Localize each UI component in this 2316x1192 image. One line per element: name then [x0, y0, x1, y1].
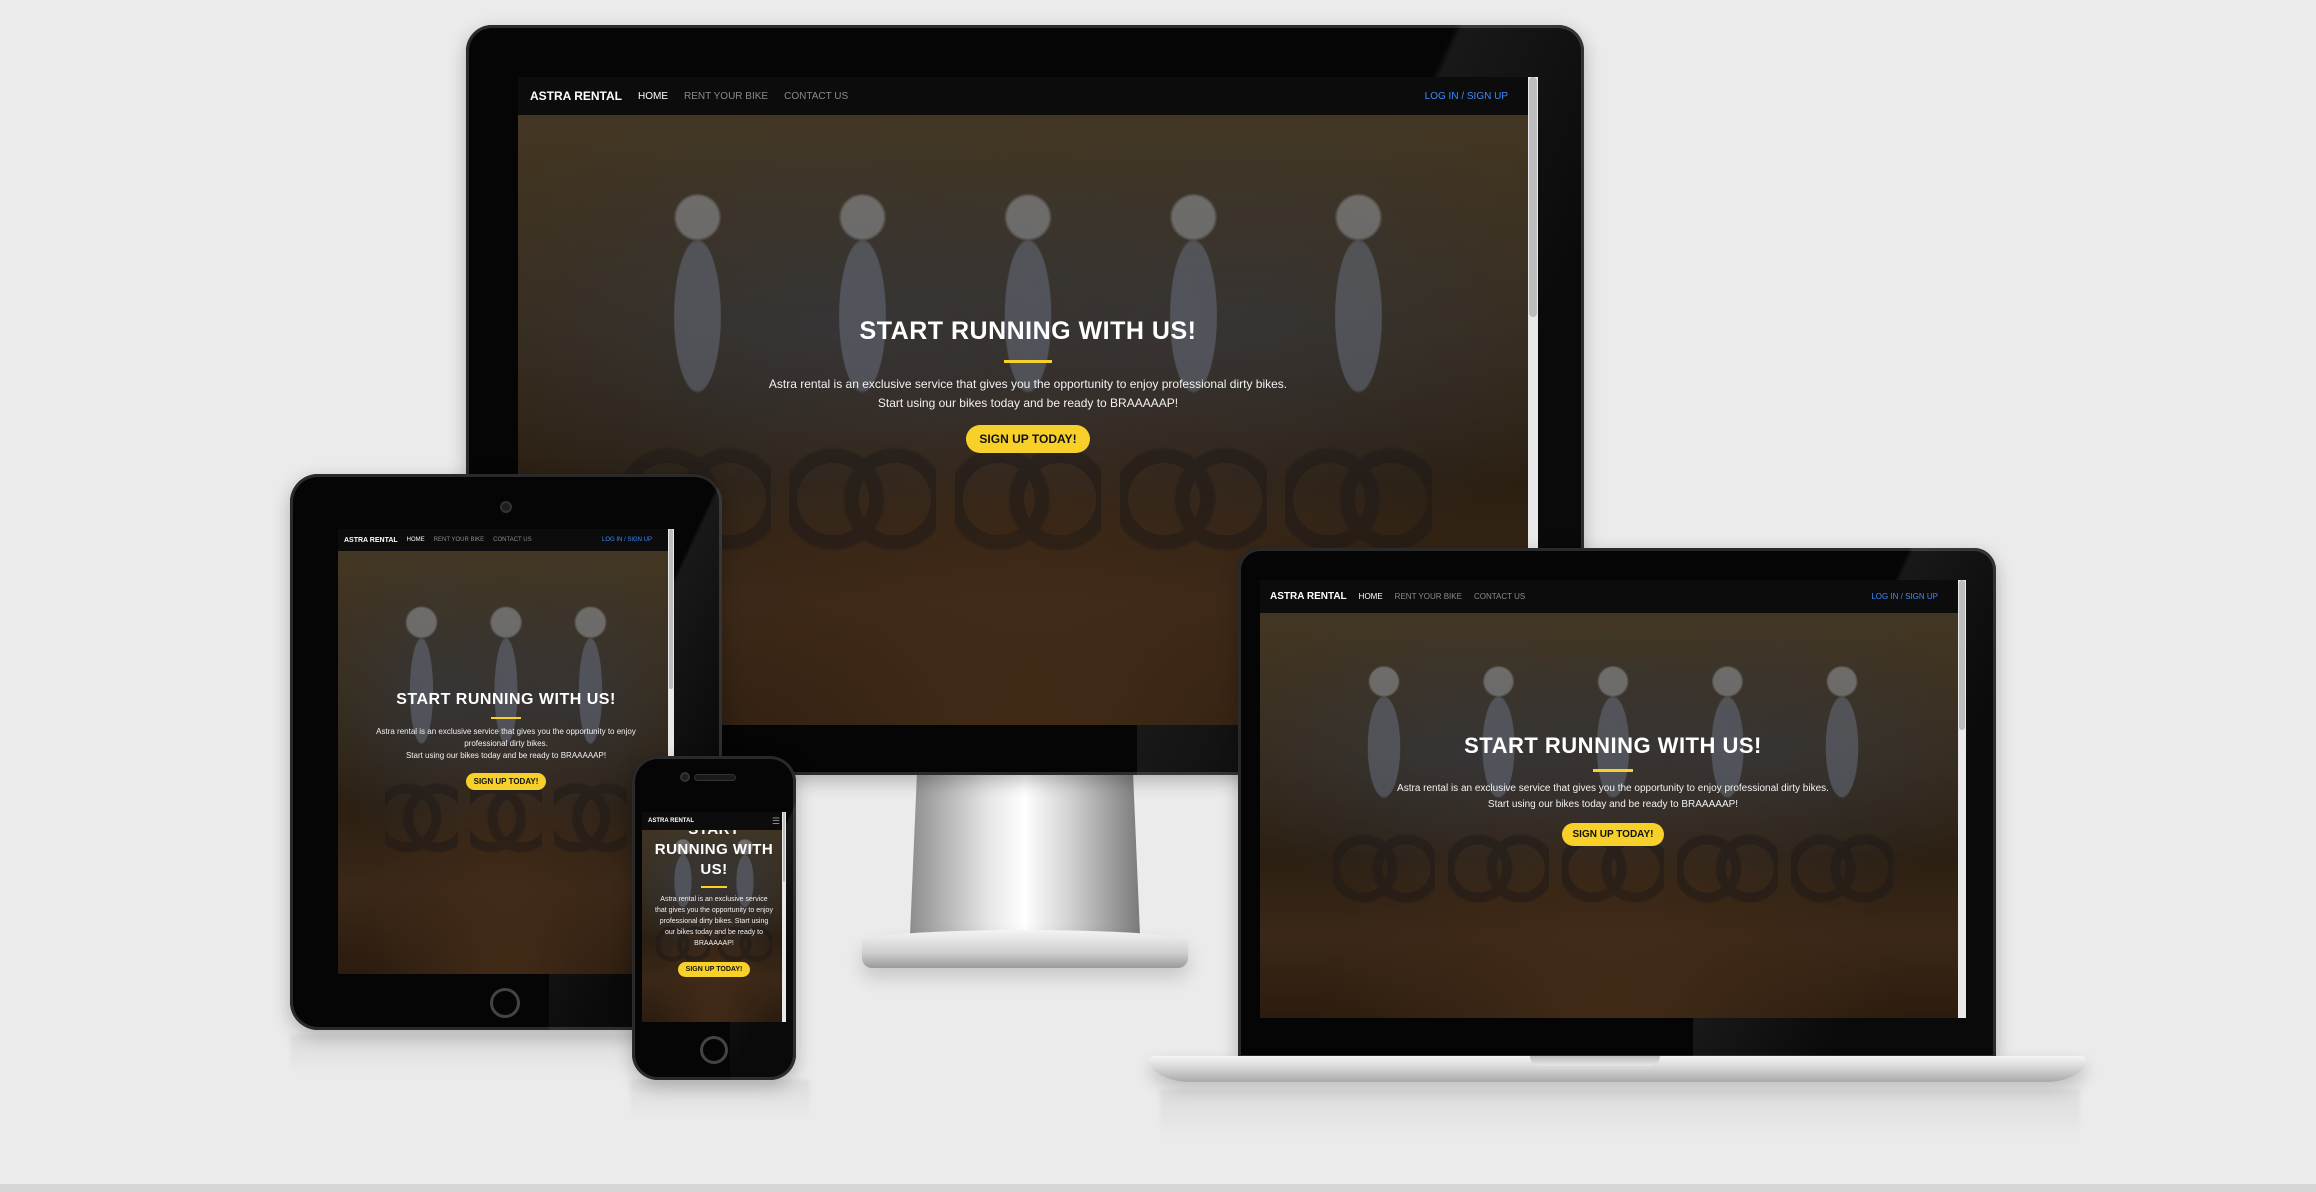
phone-site: START RUNNING WITH US! Astra rental is a… — [642, 812, 786, 1022]
nav-rent-bike[interactable]: RENT YOUR BIKE — [1395, 592, 1462, 601]
hero-line-1: Astra rental is an exclusive service tha… — [376, 727, 636, 748]
brand-logo[interactable]: ASTRA RENTAL — [344, 537, 398, 544]
nav-home[interactable]: HOME — [638, 91, 668, 102]
signup-button[interactable]: SIGN UP TODAY! — [677, 962, 751, 977]
hero-divider — [491, 717, 521, 719]
phone-speaker — [694, 774, 736, 781]
smartphone: START RUNNING WITH US! Astra rental is a… — [632, 756, 796, 1080]
hero-description: Astra rental is an exclusive service tha… — [655, 896, 773, 947]
scrollbar-thumb[interactable] — [1959, 580, 1965, 730]
phone-scrollbar[interactable] — [782, 812, 786, 1022]
nav-rent-bike[interactable]: RENT YOUR BIKE — [684, 91, 768, 102]
phone-reflection — [630, 1080, 810, 1120]
phone-hero-content: START RUNNING WITH US! Astra rental is a… — [642, 820, 786, 977]
scrollbar-thumb[interactable] — [669, 529, 673, 689]
laptop-reflection — [1160, 1090, 2080, 1140]
laptop-hero: START RUNNING WITH US! Astra rental is a… — [1260, 613, 1966, 1018]
nav-home[interactable]: HOME — [1359, 592, 1383, 601]
nav-contact[interactable]: CONTACT US — [1474, 592, 1525, 601]
nav-contact[interactable]: CONTACT US — [493, 537, 531, 543]
hero-description: Astra rental is an exclusive service tha… — [356, 726, 656, 762]
scrollbar-thumb[interactable] — [1529, 77, 1537, 317]
signup-button[interactable]: SIGN UP TODAY! — [966, 425, 1090, 453]
hero-line-1: Astra rental is an exclusive service tha… — [768, 377, 1288, 391]
nav-login-signup[interactable]: LOG IN / SIGN UP — [602, 537, 652, 543]
laptop-screen: START RUNNING WITH US! Astra rental is a… — [1260, 580, 1966, 1018]
nav-login-signup[interactable]: LOG IN / SIGN UP — [1425, 91, 1508, 102]
tablet-site: START RUNNING WITH US! Astra rental is a… — [338, 529, 674, 974]
nav-login-signup[interactable]: LOG IN / SIGN UP — [1871, 592, 1938, 601]
signup-button[interactable]: SIGN UP TODAY! — [1561, 823, 1665, 846]
hero-title: START RUNNING WITH US! — [1464, 733, 1762, 758]
page-bottom-edge — [0, 1184, 2316, 1192]
laptop-navbar: ASTRA RENTAL HOME RENT YOUR BIKE CONTACT… — [1260, 580, 1966, 613]
tablet-screen: START RUNNING WITH US! Astra rental is a… — [338, 529, 674, 974]
hero-line-1: Astra rental is an exclusive service tha… — [1397, 783, 1829, 794]
hero-title: START RUNNING WITH US! — [859, 317, 1197, 345]
monitor-hero-content: START RUNNING WITH US! Astra rental is a… — [518, 317, 1538, 453]
hero-divider — [1593, 769, 1633, 772]
tablet-home-button[interactable] — [490, 988, 520, 1018]
phone-home-button[interactable] — [700, 1036, 728, 1064]
monitor-stand-neck — [910, 775, 1140, 935]
tablet-camera — [500, 501, 512, 513]
hero-title: START RUNNING WITH US! — [396, 691, 616, 708]
phone-navbar: ASTRA RENTAL ☰ — [642, 812, 786, 830]
monitor-navbar: ASTRA RENTAL HOME RENT YOUR BIKE CONTACT… — [518, 77, 1538, 115]
signup-button[interactable]: SIGN UP TODAY! — [465, 773, 547, 790]
tablet-hero: START RUNNING WITH US! Astra rental is a… — [338, 551, 674, 974]
hamburger-menu-icon[interactable]: ☰ — [772, 816, 780, 826]
phone-hero: START RUNNING WITH US! Astra rental is a… — [642, 812, 786, 1022]
brand-logo[interactable]: ASTRA RENTAL — [648, 818, 694, 824]
hero-description: Astra rental is an exclusive service tha… — [1260, 781, 1966, 813]
mockup-stage: START RUNNING WITH US! Astra rental is a… — [0, 0, 2316, 1192]
monitor-stand-base — [862, 930, 1188, 968]
laptop-site: START RUNNING WITH US! Astra rental is a… — [1260, 580, 1966, 1018]
hero-description: Astra rental is an exclusive service tha… — [518, 375, 1538, 413]
tablet-navbar: ASTRA RENTAL HOME RENT YOUR BIKE CONTACT… — [338, 529, 674, 551]
laptop-hero-content: START RUNNING WITH US! Astra rental is a… — [1260, 733, 1966, 846]
laptop-notch — [1530, 1056, 1660, 1066]
brand-logo[interactable]: ASTRA RENTAL — [530, 89, 622, 103]
brand-logo[interactable]: ASTRA RENTAL — [1270, 591, 1347, 602]
nav-home[interactable]: HOME — [407, 537, 425, 543]
hero-line-2: Start using our bikes today and be ready… — [405, 751, 607, 760]
nav-rent-bike[interactable]: RENT YOUR BIKE — [434, 537, 484, 543]
phone-screen: START RUNNING WITH US! Astra rental is a… — [642, 812, 786, 1022]
nav-contact[interactable]: CONTACT US — [784, 91, 848, 102]
laptop-scrollbar[interactable] — [1958, 580, 1966, 1018]
hero-divider — [701, 886, 727, 888]
scrollbar-thumb[interactable] — [783, 812, 785, 882]
hero-divider — [1004, 360, 1052, 363]
laptop: START RUNNING WITH US! Astra rental is a… — [1238, 548, 1996, 1058]
hero-line-2: Start using our bikes today and be ready… — [877, 396, 1179, 410]
phone-camera — [680, 772, 690, 782]
hero-line-2: Start using our bikes today and be ready… — [1487, 799, 1739, 810]
tablet-hero-content: START RUNNING WITH US! Astra rental is a… — [338, 691, 674, 790]
